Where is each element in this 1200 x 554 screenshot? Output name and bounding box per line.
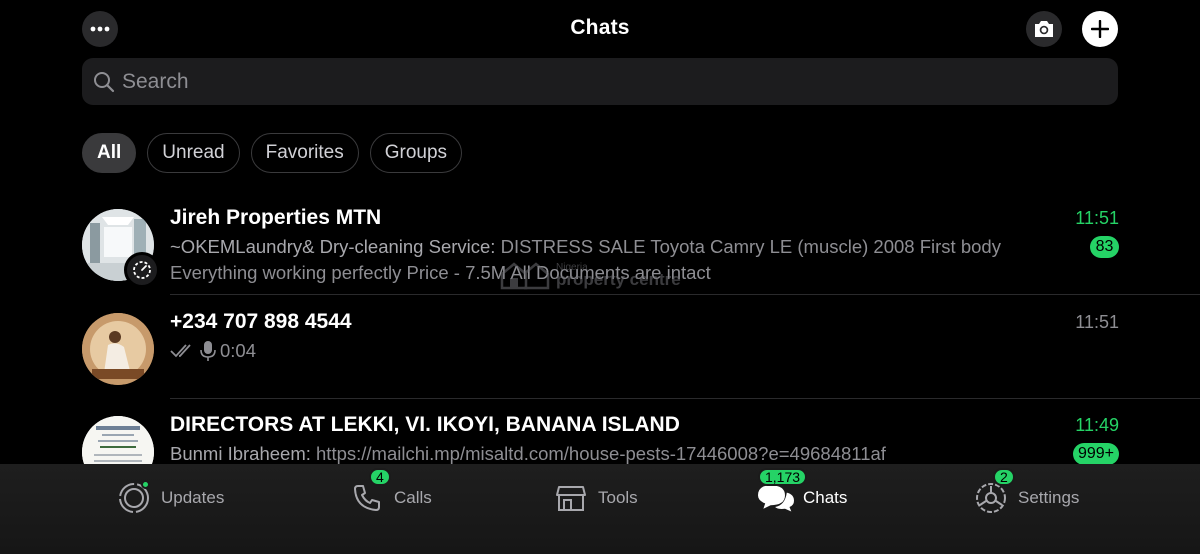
filter-favorites[interactable]: Favorites xyxy=(250,133,359,173)
chat-time: 11:51 xyxy=(1075,312,1119,332)
divider xyxy=(170,294,1200,295)
chat-row[interactable]: Jireh Properties MTN 11:51 ~OKEMLaundry&… xyxy=(0,192,1200,295)
unread-badge: 83 xyxy=(1090,236,1119,258)
settings-badge: 2 xyxy=(993,468,1015,486)
gear-icon: 2 xyxy=(973,468,1015,516)
avatar-image xyxy=(82,313,154,385)
tab-label: Updates xyxy=(161,488,225,507)
search-bar[interactable]: Search xyxy=(82,58,1118,105)
phone-icon: 4 xyxy=(349,468,391,516)
unread-badge: 999+ xyxy=(1072,443,1119,465)
tab-updates[interactable]: Updates xyxy=(116,480,224,516)
chat-filters: All Unread Favorites Groups xyxy=(82,133,463,173)
chat-row[interactable]: +234 707 898 4544 11:51 0:04 xyxy=(0,296,1200,399)
tab-label: Tools xyxy=(598,488,638,507)
updates-icon xyxy=(116,480,152,516)
double-check-icon xyxy=(170,344,191,358)
storefront-icon xyxy=(553,480,589,516)
microphone-icon xyxy=(200,341,216,361)
avatar xyxy=(82,313,154,385)
search-input[interactable]: Search xyxy=(122,70,189,94)
calls-badge: 4 xyxy=(369,468,391,486)
timer-icon xyxy=(133,261,151,279)
search-icon xyxy=(94,71,115,92)
filter-all[interactable]: All xyxy=(82,133,137,173)
status-ring xyxy=(124,252,160,288)
chat-name: DIRECTORS AT LEKKI, VI. IKOYI, BANANA IS… xyxy=(170,413,680,436)
chat-name: +234 707 898 4544 xyxy=(170,310,352,333)
chat-preview: 0:04 xyxy=(170,338,1070,364)
chat-time: 11:49 xyxy=(1075,415,1119,435)
tab-settings[interactable]: 2 Settings xyxy=(973,468,1080,516)
tab-chats[interactable]: 1,173 Chats xyxy=(758,468,848,516)
voice-duration: 0:04 xyxy=(220,340,257,361)
chat-bubbles-icon: 1,173 xyxy=(758,468,808,516)
tab-tools[interactable]: Tools xyxy=(553,480,638,516)
tab-label: Calls xyxy=(394,488,432,507)
chats-badge: 1,173 xyxy=(758,468,808,486)
page-title: Chats xyxy=(570,16,630,39)
camera-button[interactable] xyxy=(1026,11,1062,47)
message-text: https://mailchi.mp/misaltd.com/house-pes… xyxy=(310,443,886,464)
message-sender: ~OKEMLaundry& Dry-cleaning Service: xyxy=(170,236,496,257)
chat-name: Jireh Properties MTN xyxy=(170,206,382,229)
message-sender: Bunmi Ibraheem: xyxy=(170,443,311,464)
tab-label: Settings xyxy=(1018,488,1080,507)
filter-groups[interactable]: Groups xyxy=(369,133,463,173)
top-bar: Chats xyxy=(0,0,1200,56)
new-chat-button[interactable] xyxy=(1082,11,1118,47)
tab-bar: Updates 4 Calls Tools 1,173 Chats 2 Sett… xyxy=(0,464,1200,554)
chat-preview: ~OKEMLaundry& Dry-cleaning Service: DIST… xyxy=(170,234,1070,286)
tab-calls[interactable]: 4 Calls xyxy=(349,468,432,516)
new-update-dot xyxy=(141,480,150,489)
plus-icon xyxy=(1091,20,1109,38)
camera-icon xyxy=(1035,21,1053,37)
chat-time: 11:51 xyxy=(1075,208,1119,228)
filter-unread[interactable]: Unread xyxy=(147,133,240,173)
tab-label: Chats xyxy=(803,488,848,507)
